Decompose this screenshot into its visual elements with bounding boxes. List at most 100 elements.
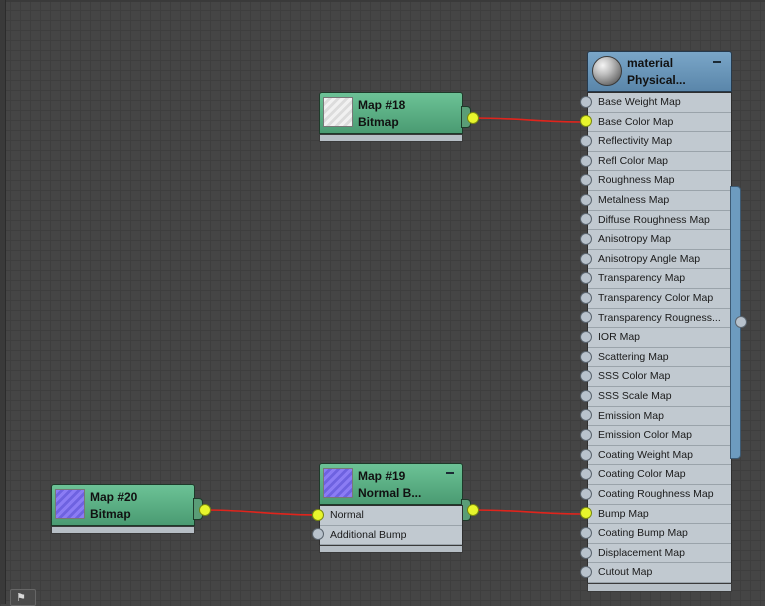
material-slot[interactable]: Coating Bump Map [588, 524, 731, 544]
slot-label: SSS Color Map [598, 370, 671, 383]
material-slot[interactable]: Emission Map [588, 407, 731, 427]
slot-label: Base Weight Map [598, 96, 681, 108]
slot-label: Emission Color Map [598, 429, 692, 442]
material-slot[interactable]: Transparency Color Map [588, 289, 731, 309]
slot-label: Anisotropy Angle Map [598, 252, 701, 265]
material-slots: Base Weight Map Base Color Map Reflectivit… [587, 92, 732, 583]
material-input-socket[interactable] [580, 429, 592, 441]
material-slot[interactable]: Coating Roughness Map [588, 485, 731, 505]
input-socket-normal[interactable] [312, 509, 324, 521]
output-socket-map-18[interactable] [467, 112, 479, 124]
slot-label: Coating Color Map [598, 468, 686, 481]
slot-label: Base Color Map [598, 115, 674, 128]
slot-label: Refl Color Map [598, 154, 669, 167]
input-socket-additional-bump[interactable] [312, 528, 324, 540]
slot-label: Metalness Map [598, 194, 670, 206]
slot-label: Coating Weight Map [598, 448, 693, 461]
node-name: Map #20 [90, 490, 138, 504]
slot-label: Transparency Color Map [598, 292, 714, 304]
wire-map19-to-bump[interactable] [472, 509, 587, 515]
slot-label: Displacement Map [598, 546, 685, 559]
slot-label: Normal [330, 509, 364, 521]
wire-map18-to-base-color[interactable] [472, 117, 587, 123]
material-slot[interactable]: IOR Map [588, 328, 731, 348]
material-slot[interactable]: Bump Map [588, 505, 731, 525]
material-input-socket[interactable] [580, 331, 592, 343]
material-input-socket[interactable] [580, 291, 592, 304]
material-input-socket[interactable] [580, 487, 592, 500]
material-input-socket[interactable] [580, 252, 592, 265]
slot-label: Coating Bump Map [598, 527, 688, 540]
slot-label: IOR Map [598, 331, 641, 344]
node-physical-material[interactable]: material Physical... Base Weight Map Base… [587, 51, 732, 594]
node-map-19[interactable]: Map #19 Normal B... Normal Additional Bu… [319, 463, 471, 555]
material-input-socket[interactable] [580, 154, 592, 167]
material-slot[interactable]: Scattering Map [588, 348, 731, 368]
output-socket-material[interactable] [735, 316, 747, 328]
slot-normal[interactable]: Normal [320, 506, 462, 526]
material-slot[interactable]: SSS Scale Map [588, 387, 731, 407]
material-slot[interactable]: Anisotropy Map [588, 230, 731, 250]
material-slot[interactable]: Roughness Map [588, 171, 731, 191]
material-slot[interactable]: Coating Color Map [588, 465, 731, 485]
node-type: Bitmap [358, 115, 399, 129]
material-slot[interactable]: Base Color Map [588, 113, 731, 133]
material-slot[interactable]: Coating Weight Map [588, 446, 731, 466]
minimize-icon[interactable] [446, 472, 454, 474]
material-sphere-icon [592, 56, 622, 86]
slot-label: Scattering Map [598, 350, 669, 363]
node-footer [319, 545, 463, 553]
material-slot[interactable]: Anisotropy Angle Map [588, 250, 731, 270]
material-input-socket[interactable] [580, 448, 592, 461]
slot-label: Cutout Map [598, 566, 653, 579]
material-slot[interactable]: Base Weight Map [588, 93, 731, 113]
material-slot[interactable]: Displacement Map [588, 544, 731, 564]
canvas-left-border [0, 0, 6, 604]
material-slot[interactable]: Diffuse Roughness Map [588, 211, 731, 231]
slot-label: SSS Scale Map [598, 390, 672, 402]
minimize-icon[interactable] [713, 61, 721, 63]
node-name: Map #18 [358, 98, 406, 112]
material-input-socket[interactable] [580, 350, 592, 363]
wire-map20-to-normal[interactable] [204, 509, 319, 516]
material-input-socket[interactable] [580, 95, 592, 108]
material-slot[interactable]: Emission Color Map [588, 426, 731, 446]
bitmap-thumbnail-icon [55, 489, 85, 519]
navigator-button[interactable]: ⚑ [10, 589, 36, 606]
material-slot[interactable]: Refl Color Map [588, 152, 731, 172]
node-type: Normal B... [358, 486, 422, 500]
node-footer [319, 134, 463, 142]
slot-label: Diffuse Roughness Map [598, 213, 710, 226]
material-slot[interactable]: Transparency Rougness... [588, 309, 731, 329]
material-input-socket[interactable] [580, 527, 592, 539]
node-slots: Normal Additional Bump [319, 505, 463, 546]
material-input-socket[interactable] [580, 193, 592, 206]
output-socket-map-19[interactable] [467, 504, 479, 516]
material-slot[interactable]: Reflectivity Map [588, 132, 731, 152]
slot-additional-bump[interactable]: Additional Bump [320, 526, 462, 546]
material-input-socket[interactable] [580, 233, 592, 245]
slot-label: Reflectivity Map [598, 135, 673, 148]
material-slot[interactable]: Transparency Map [588, 269, 731, 289]
node-name: material [627, 56, 674, 70]
material-input-socket[interactable] [580, 389, 592, 402]
slot-label: Additional Bump [330, 528, 407, 541]
material-slot[interactable]: Metalness Map [588, 191, 731, 211]
canvas-top-border [0, 0, 765, 2]
slot-label: Emission Map [598, 409, 664, 422]
material-slot[interactable]: Cutout Map [588, 563, 731, 583]
slot-label: Transparency Map [598, 272, 686, 285]
node-map-18[interactable]: Map #18 Bitmap [319, 92, 471, 144]
slot-label: Transparency Rougness... [598, 311, 721, 324]
slot-label: Anisotropy Map [598, 233, 671, 246]
node-type: Bitmap [90, 507, 131, 521]
slot-label: Bump Map [598, 507, 649, 520]
node-map-20[interactable]: Map #20 Bitmap [51, 484, 203, 536]
output-socket-map-20[interactable] [199, 504, 211, 516]
node-footer [587, 583, 732, 592]
material-slot[interactable]: SSS Color Map [588, 367, 731, 387]
material-input-socket[interactable] [580, 135, 592, 147]
material-input-socket[interactable] [580, 546, 592, 559]
bitmap-thumbnail-icon [323, 97, 353, 127]
node-name: Map #19 [358, 469, 406, 483]
